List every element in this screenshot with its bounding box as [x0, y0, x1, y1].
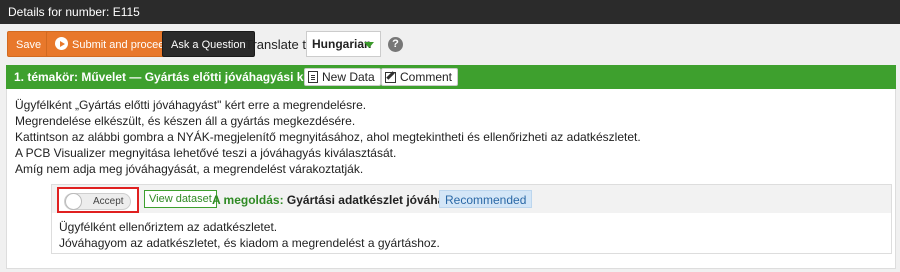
edit-icon	[385, 72, 396, 83]
save-button[interactable]: Save	[7, 31, 51, 57]
recommended-badge: Recommended	[439, 190, 533, 208]
accept-toggle[interactable]: Accept	[64, 193, 131, 210]
ask-question-button[interactable]: Ask a Question	[162, 31, 255, 57]
description-line: Amíg nem adja meg jóváhagyását, a megren…	[15, 162, 364, 176]
toolbar: Save Submit and proceed Ask a Question T…	[0, 24, 900, 64]
description-line: Kattintson az alábbi gombra a NYÁK-megje…	[15, 130, 641, 144]
new-data-label: New Data	[322, 70, 375, 84]
description-line: Ügyfélként „Gyártás előtti jóváhagyást" …	[15, 98, 367, 112]
window-title: Details for number: E115	[0, 0, 900, 24]
solution-description-line: Ügyfélként ellenőriztem az adatkészletet…	[59, 220, 278, 234]
language-selected: Hungarian	[312, 37, 372, 51]
comment-label: Comment	[400, 70, 453, 84]
solution-option: Accept View dataset A megoldás: Gyártási…	[51, 184, 892, 254]
description-line: A PCB Visualizer megnyitása lehetővé tes…	[15, 146, 397, 160]
help-icon[interactable]: ?	[388, 37, 403, 52]
language-select[interactable]: Hungarian	[306, 31, 381, 57]
solution-description: Ügyfélként ellenőriztem az adatkészletet…	[59, 219, 440, 251]
chevron-down-icon	[364, 42, 374, 48]
solution-prefix: A megoldás:	[212, 193, 284, 207]
view-dataset-button[interactable]: View dataset	[144, 190, 217, 208]
play-circle-icon	[55, 37, 68, 50]
new-data-button[interactable]: New Data	[304, 68, 381, 86]
submit-and-proceed-button[interactable]: Submit and proceed	[46, 31, 180, 57]
toggle-knob[interactable]	[65, 193, 82, 210]
comment-button[interactable]: Comment	[381, 68, 459, 86]
solution-description-line: Jóváhagyom az adatkészletet, és kiadom a…	[59, 236, 440, 250]
translate-label: Translate to	[245, 37, 314, 52]
accept-label: Accept	[93, 196, 124, 207]
submit-label: Submit and proceed	[72, 39, 171, 51]
topic-title: 1. témakör: Művelet — Gyártás előtti jóv…	[14, 70, 343, 84]
accept-toggle-highlight: Accept	[57, 187, 139, 213]
description-line: Megrendelése elkészült, és készen áll a …	[15, 114, 356, 128]
topic-description: Ügyfélként „Gyártás előtti jóváhagyást" …	[15, 97, 641, 177]
solution-option-header: Accept View dataset A megoldás: Gyártási…	[52, 185, 891, 213]
topic-body: Ügyfélként „Gyártás előtti jóváhagyást" …	[6, 89, 896, 269]
document-icon	[308, 71, 318, 83]
topic-header: 1. témakör: Művelet — Gyártás előtti jóv…	[6, 65, 896, 89]
